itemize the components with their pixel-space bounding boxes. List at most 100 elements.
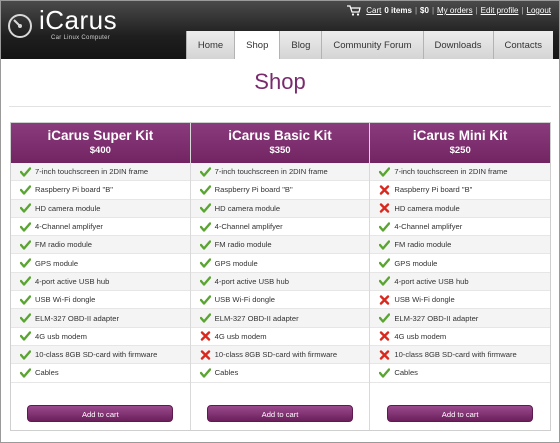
feature-label: GPS module <box>214 258 258 268</box>
feature-label: 4G usb modem <box>35 331 87 341</box>
plan-column-super-kit: iCarus Super Kit $400 7-inch touchscreen… <box>11 123 191 430</box>
tab-community-forum[interactable]: Community Forum <box>321 31 423 59</box>
feature-label: 7-inch touchscreen in 2DIN frame <box>35 167 149 177</box>
tab-blog[interactable]: Blog <box>279 31 322 59</box>
title-divider <box>9 106 551 107</box>
feature-row: 4-Channel amplifyer <box>11 218 190 237</box>
main-nav: Home Shop Blog Community Forum Downloads… <box>185 31 553 59</box>
feature-row: Raspberry Pi board "B" <box>11 181 190 200</box>
cross-icon <box>380 185 390 195</box>
add-to-cart-button[interactable]: Add to cart <box>27 405 174 422</box>
feature-row: USB Wi-Fi dongle <box>190 291 370 310</box>
check-icon <box>199 295 211 305</box>
divider: | <box>521 6 524 15</box>
plan-price: $250 <box>449 145 471 156</box>
feature-row: 7-inch touchscreen in 2DIN frame <box>11 163 190 182</box>
check-icon <box>199 240 211 250</box>
cart-icon[interactable] <box>347 5 362 16</box>
plan-price: $350 <box>269 145 291 156</box>
tab-shop[interactable]: Shop <box>234 31 280 59</box>
cross-icon <box>380 349 390 360</box>
feature-label: 4-port active USB hub <box>394 276 469 286</box>
feature-row: USB Wi-Fi dongle <box>11 291 190 310</box>
feature-row: Raspberry Pi board "B" <box>190 181 370 200</box>
tab-home[interactable]: Home <box>185 31 235 59</box>
feature-label: Raspberry Pi board "B" <box>214 185 293 195</box>
tab-downloads[interactable]: Downloads <box>422 31 493 59</box>
feature-label: USB Wi-Fi dongle <box>35 295 96 305</box>
add-to-cart-button[interactable]: Add to cart <box>207 405 353 422</box>
check-icon <box>199 221 211 232</box>
my-orders-link[interactable]: My orders <box>437 6 473 15</box>
feature-row: 4-port active USB hub <box>370 272 551 292</box>
check-icon <box>20 349 31 360</box>
logout-link[interactable]: Logout <box>527 6 551 15</box>
feature-row: ELM-327 OBD-II adapter <box>190 309 370 328</box>
plan-column-basic-kit: iCarus Basic Kit $350 7-inch touchscreen… <box>190 123 371 430</box>
feature-row: HD camera module <box>370 199 551 218</box>
plan-column-mini-kit: iCarus Mini Kit $250 7-inch touchscreen … <box>370 123 551 430</box>
cross-icon <box>380 295 390 305</box>
plan-header: iCarus Basic Kit $350 <box>190 123 370 163</box>
site-header: iCarus Car Linux Computer Cart 0 items |… <box>1 1 559 59</box>
feature-label: 4-Channel amplifyer <box>394 222 463 232</box>
plan-name: iCarus Super Kit <box>47 128 154 143</box>
check-icon <box>379 368 391 378</box>
feature-row: GPS module <box>11 254 190 273</box>
feature-row: Cables <box>190 364 370 383</box>
feature-label: 4-port active USB hub <box>35 276 110 286</box>
feature-row: FM radio module <box>370 236 551 255</box>
feature-row: ELM-327 OBD-II adapter <box>11 309 190 328</box>
feature-label: FM radio module <box>214 240 272 250</box>
brand-name[interactable]: iCarus <box>39 5 117 36</box>
plan-name: iCarus Mini Kit <box>412 128 508 143</box>
check-icon <box>199 258 211 268</box>
cart-link[interactable]: Cart <box>366 6 381 15</box>
check-icon <box>20 240 31 250</box>
feature-label: HD camera module <box>214 203 281 213</box>
speedometer-logo-icon <box>8 14 32 38</box>
check-icon <box>20 203 31 213</box>
check-icon <box>20 258 31 268</box>
check-icon <box>199 166 211 177</box>
feature-list: 7-inch touchscreen in 2DIN frame Raspberr… <box>190 163 370 383</box>
cross-icon <box>380 203 390 213</box>
feature-label: 4-port active USB hub <box>214 276 289 286</box>
feature-label: Cables <box>214 368 239 378</box>
cross-icon <box>380 331 390 342</box>
feature-label: 10-class 8GB SD-card with firmware <box>35 350 158 360</box>
feature-label: ELM-327 OBD-II adapter <box>214 313 299 323</box>
edit-profile-link[interactable]: Edit profile <box>481 6 519 15</box>
feature-label: 10-class 8GB SD-card with firmware <box>214 350 338 360</box>
feature-label: Cables <box>35 368 59 378</box>
check-icon <box>20 368 31 378</box>
feature-row: HD camera module <box>11 199 190 218</box>
check-icon <box>20 221 31 232</box>
check-icon <box>199 185 211 195</box>
divider: | <box>475 6 478 15</box>
check-icon <box>199 313 211 323</box>
add-to-cart-button[interactable]: Add to cart <box>387 405 534 422</box>
check-icon <box>20 313 31 323</box>
feature-row: 7-inch touchscreen in 2DIN frame <box>370 163 551 182</box>
pricing-table: iCarus Super Kit $400 7-inch touchscreen… <box>10 122 551 431</box>
check-icon <box>199 203 211 213</box>
feature-row: Cables <box>370 364 551 383</box>
check-icon <box>199 276 211 287</box>
feature-label: USB Wi-Fi dongle <box>394 295 455 305</box>
check-icon <box>20 276 31 287</box>
feature-list: 7-inch touchscreen in 2DIN frame Raspberr… <box>370 163 551 383</box>
plan-price: $400 <box>89 145 111 156</box>
feature-row: FM radio module <box>11 236 190 255</box>
feature-row: 4-port active USB hub <box>190 272 370 292</box>
check-icon <box>379 166 391 177</box>
feature-row: GPS module <box>370 254 551 273</box>
feature-label: HD camera module <box>394 203 460 213</box>
feature-label: FM radio module <box>35 240 92 250</box>
check-icon <box>379 221 391 232</box>
feature-label: GPS module <box>35 258 79 268</box>
feature-label: FM radio module <box>394 240 452 250</box>
divider: | <box>431 6 435 15</box>
feature-row: 4G usb modem <box>11 328 190 346</box>
tab-contacts[interactable]: Contacts <box>492 31 553 59</box>
